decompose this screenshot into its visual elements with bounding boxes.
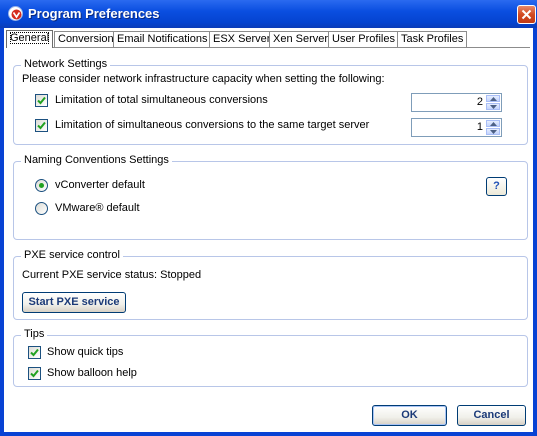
start-pxe-button[interactable]: Start PXE service <box>22 292 126 313</box>
preferences-window: Program Preferences General Conversion E… <box>0 0 537 436</box>
total-limit-label: Limitation of total simultaneous convers… <box>55 94 268 106</box>
check-icon <box>30 348 39 357</box>
window-title: Program Preferences <box>28 6 160 21</box>
target-limit-value[interactable]: 1 <box>477 121 483 133</box>
tab-task-profiles[interactable]: Task Profiles <box>397 31 468 47</box>
tab-esx-server[interactable]: ESX Server <box>209 31 275 47</box>
vconverter-default-radio[interactable] <box>35 179 48 192</box>
tips-title: Tips <box>21 328 48 340</box>
pxe-status-text: Current PXE service status: Stopped <box>22 269 202 281</box>
naming-conventions-title: Naming Conventions Settings <box>21 154 172 166</box>
dialog-body: General Conversion Email Notifications E… <box>4 28 533 432</box>
ok-button[interactable]: OK <box>372 405 447 426</box>
naming-conventions-group: Naming Conventions Settings vConverter d… <box>13 154 528 240</box>
total-limit-up-button[interactable] <box>486 95 500 102</box>
target-limit-spinner[interactable]: 1 <box>411 118 502 137</box>
total-limit-down-button[interactable] <box>486 103 500 110</box>
tab-xen-server[interactable]: Xen Server <box>269 31 333 47</box>
tips-group: Tips Show quick tips Show balloon help <box>13 328 528 387</box>
close-icon <box>521 9 532 20</box>
quick-tips-checkbox[interactable] <box>28 346 41 359</box>
arrow-down-icon <box>490 105 497 109</box>
network-settings-title: Network Settings <box>21 58 111 70</box>
check-icon <box>30 369 39 378</box>
network-settings-group: Network Settings Please consider network… <box>13 58 528 145</box>
target-limit-checkbox[interactable] <box>35 119 48 132</box>
radio-selected-dot <box>39 183 44 188</box>
arrow-down-icon <box>490 130 497 134</box>
total-limit-spinner[interactable]: 2 <box>411 93 502 112</box>
target-limit-up-button[interactable] <box>486 120 500 127</box>
total-limit-spin-buttons <box>486 95 500 110</box>
pxe-service-title: PXE service control <box>21 249 123 261</box>
arrow-up-icon <box>490 97 497 101</box>
total-limit-value[interactable]: 2 <box>477 96 483 108</box>
quick-tips-label: Show quick tips <box>47 346 124 358</box>
arrow-up-icon <box>490 122 497 126</box>
naming-help-button[interactable]: ? <box>486 177 507 196</box>
tab-general[interactable]: General <box>6 30 54 48</box>
tab-user-profiles[interactable]: User Profiles <box>328 31 399 47</box>
cancel-button[interactable]: Cancel <box>457 405 526 426</box>
network-description: Please consider network infrastructure c… <box>22 73 385 85</box>
balloon-help-label: Show balloon help <box>47 367 137 379</box>
general-tab-panel: Network Settings Please consider network… <box>6 47 530 409</box>
target-limit-label: Limitation of simultaneous conversions t… <box>55 119 370 131</box>
balloon-help-checkbox[interactable] <box>28 367 41 380</box>
total-limit-checkbox[interactable] <box>35 94 48 107</box>
pxe-service-group: PXE service control Current PXE service … <box>13 249 528 320</box>
vmware-default-radio[interactable] <box>35 202 48 215</box>
check-icon <box>37 96 46 105</box>
tab-strip: General Conversion Email Notifications E… <box>6 30 533 48</box>
app-icon <box>8 6 23 21</box>
close-button[interactable] <box>517 5 536 24</box>
check-icon <box>37 121 46 130</box>
tab-conversion[interactable]: Conversion <box>54 31 118 47</box>
tab-email-notifications[interactable]: Email Notifications <box>113 31 212 47</box>
target-limit-down-button[interactable] <box>486 128 500 135</box>
vconverter-default-label: vConverter default <box>55 179 145 191</box>
title-bar[interactable]: Program Preferences <box>0 0 537 28</box>
target-limit-spin-buttons <box>486 120 500 135</box>
vmware-default-label: VMware® default <box>55 202 140 214</box>
